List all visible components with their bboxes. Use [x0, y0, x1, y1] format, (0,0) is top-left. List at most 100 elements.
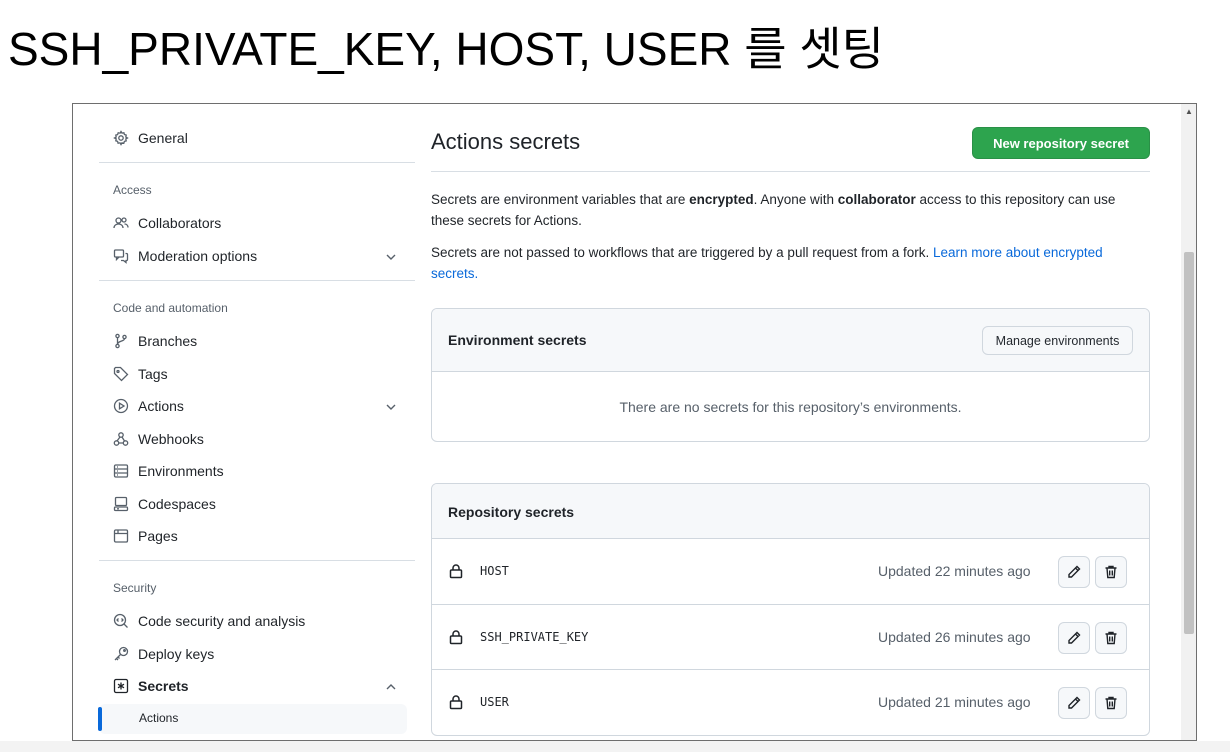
scrollbar-thumb[interactable]	[1184, 252, 1194, 634]
sidebar-item-collaborators[interactable]: Collaborators	[113, 210, 221, 236]
page-title: Actions secrets	[431, 129, 581, 154]
key-icon	[113, 646, 129, 662]
sidebar-section-code: Code and automation	[113, 301, 228, 315]
bottom-strip	[0, 741, 1230, 752]
environment-secrets-box: Environment secrets Manage environments …	[431, 308, 1150, 442]
secret-updated: Updated 22 minutes ago	[878, 563, 1031, 579]
key-asterisk-icon	[113, 678, 129, 694]
webhook-icon	[113, 431, 129, 447]
lock-icon	[448, 629, 464, 645]
manage-environments-button[interactable]: Manage environments	[982, 326, 1133, 355]
description-fork: Secrets are not passed to workflows that…	[431, 242, 1149, 284]
codespaces-icon	[113, 496, 129, 512]
sidebar-item-label: Webhooks	[138, 431, 204, 447]
lock-icon	[448, 694, 464, 710]
text: .	[474, 266, 479, 281]
pencil-icon	[1068, 631, 1081, 644]
sidebar-divider	[99, 162, 415, 163]
sidebar-item-codespaces[interactable]: Codespaces	[113, 491, 216, 517]
text: Secrets are not passed to workflows that…	[431, 245, 933, 260]
description-encrypted: Secrets are environment variables that a…	[431, 189, 1149, 231]
people-icon	[113, 215, 129, 231]
trash-icon	[1105, 631, 1117, 645]
sidebar-item-webhooks[interactable]: Webhooks	[113, 426, 204, 452]
table-row: HOST Updated 22 minutes ago	[432, 539, 1149, 604]
sidebar-item-deploy-keys[interactable]: Deploy keys	[113, 641, 214, 667]
repository-secrets-title: Repository secrets	[448, 504, 575, 520]
codescan-icon	[113, 613, 129, 629]
browser-screenshot: General Access Collaborators Moderation …	[72, 103, 1197, 741]
trash-icon	[1105, 696, 1117, 710]
sidebar-item-label: Secrets	[138, 678, 189, 694]
table-row: USER Updated 21 minutes ago	[432, 669, 1149, 734]
sidebar-item-label: Collaborators	[138, 215, 222, 231]
sidebar-subitem-actions[interactable]: Actions	[139, 711, 178, 725]
sidebar-item-label: Actions	[138, 398, 184, 414]
sidebar-item-actions[interactable]: Actions	[113, 393, 184, 419]
server-icon	[113, 463, 129, 479]
comment-discussion-icon	[113, 248, 129, 264]
chevron-down-icon[interactable]	[384, 250, 398, 264]
sidebar-item-label: Codespaces	[138, 496, 216, 512]
delete-secret-button[interactable]	[1095, 556, 1127, 588]
repository-secrets-box: Repository secrets HOST Updated 22 minut…	[431, 483, 1150, 736]
sidebar-divider	[99, 560, 415, 561]
sidebar-item-branches[interactable]: Branches	[113, 328, 197, 354]
pencil-icon	[1068, 565, 1081, 578]
gear-icon	[113, 130, 129, 146]
secret-updated: Updated 26 minutes ago	[878, 629, 1031, 645]
text-bold: collaborator	[837, 192, 916, 207]
sidebar-item-tags[interactable]: Tags	[113, 361, 168, 387]
environment-secrets-header: Environment secrets Manage environments	[432, 309, 1149, 372]
sidebar-item-label: General	[138, 130, 188, 146]
sidebar-item-label: Environments	[138, 463, 224, 479]
sidebar-item-code-security[interactable]: Code security and analysis	[113, 608, 305, 634]
sidebar-item-label: Code security and analysis	[138, 613, 306, 629]
new-repository-secret-button[interactable]: New repository secret	[972, 127, 1150, 159]
delete-secret-button[interactable]	[1095, 687, 1127, 719]
tag-icon	[113, 366, 129, 382]
pencil-icon	[1068, 696, 1081, 709]
play-icon	[113, 398, 129, 414]
edit-secret-button[interactable]	[1058, 556, 1090, 588]
edit-secret-button[interactable]	[1058, 622, 1090, 654]
secret-name: HOST	[480, 564, 509, 578]
sidebar-section-security: Security	[113, 581, 157, 595]
sidebar-item-label: Tags	[138, 366, 168, 382]
trash-icon	[1105, 565, 1117, 579]
sidebar-item-label: Deploy keys	[138, 646, 215, 662]
text-bold: encrypted	[689, 192, 754, 207]
repository-secrets-header: Repository secrets	[432, 484, 1149, 539]
text: . Anyone with	[753, 192, 838, 207]
title-divider	[431, 171, 1150, 172]
scroll-up-arrow-icon[interactable]: ▲	[1183, 106, 1195, 116]
secret-updated: Updated 21 minutes ago	[878, 694, 1031, 710]
active-indicator	[98, 707, 102, 731]
browser-icon	[113, 528, 129, 544]
edit-secret-button[interactable]	[1058, 687, 1090, 719]
environment-secrets-title: Environment secrets	[448, 332, 587, 348]
sidebar-item-environments[interactable]: Environments	[113, 458, 224, 484]
sidebar-item-pages[interactable]: Pages	[113, 523, 178, 549]
delete-secret-button[interactable]	[1095, 622, 1127, 654]
sidebar-item-moderation[interactable]: Moderation options	[113, 243, 257, 269]
sidebar-divider	[99, 280, 415, 281]
caption-title: SSH_PRIVATE_KEY, HOST, USER 를 셋팅	[8, 23, 884, 75]
secret-name: SSH_PRIVATE_KEY	[480, 630, 589, 644]
environment-secrets-empty: There are no secrets for this repository…	[619, 399, 962, 415]
sidebar-item-secrets[interactable]: Secrets	[113, 673, 189, 699]
lock-icon	[448, 563, 464, 579]
table-row: SSH_PRIVATE_KEY Updated 26 minutes ago	[432, 604, 1149, 669]
sidebar-section-access: Access	[113, 183, 152, 197]
chevron-down-icon[interactable]	[384, 400, 398, 414]
secret-name: USER	[480, 695, 509, 709]
git-branch-icon	[113, 333, 129, 349]
chevron-up-icon[interactable]	[384, 680, 398, 694]
sidebar-item-general[interactable]: General	[113, 125, 188, 151]
sidebar-item-label: Pages	[138, 528, 178, 544]
secrets-list: HOST Updated 22 minutes ago SSH_PRIVATE_…	[432, 539, 1149, 734]
text: Secrets are environment variables that a…	[431, 192, 690, 207]
sidebar-item-label: Branches	[138, 333, 198, 349]
settings-sidebar: General Access Collaborators Moderation …	[73, 104, 418, 740]
sidebar-item-label: Moderation options	[138, 248, 258, 264]
